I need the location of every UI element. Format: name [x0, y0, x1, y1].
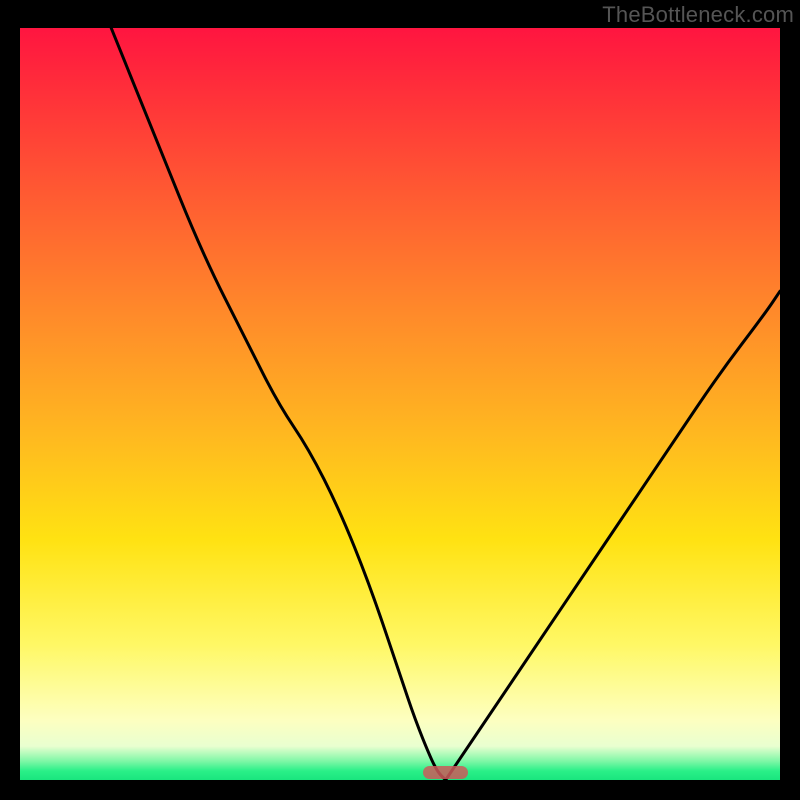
- chart-frame: TheBottleneck.com: [0, 0, 800, 800]
- plot-area: [20, 28, 780, 780]
- curve-right-branch: [446, 291, 780, 780]
- bottleneck-marker-pill: [423, 766, 469, 779]
- bottleneck-curve: [20, 28, 780, 780]
- watermark-text: TheBottleneck.com: [602, 2, 794, 28]
- curve-left-branch: [111, 28, 445, 780]
